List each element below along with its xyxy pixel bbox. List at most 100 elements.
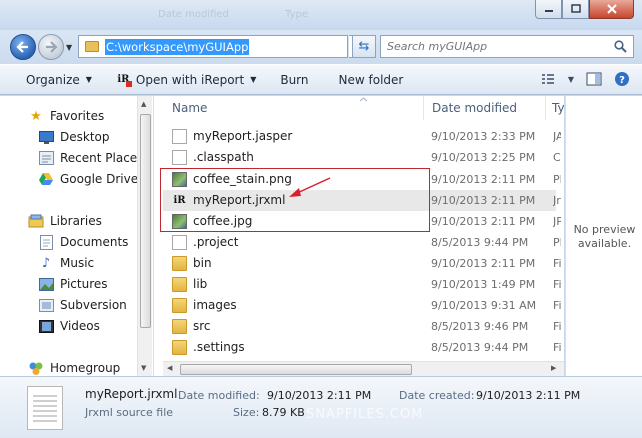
nav-label: Libraries — [50, 214, 102, 228]
file-name: .project — [193, 235, 239, 249]
scroll-left-icon[interactable]: ◀ — [167, 364, 172, 372]
nav-subversion[interactable]: Subversion — [38, 295, 127, 315]
view-controls: ▼ ? — [538, 70, 632, 88]
file-type: Fi — [553, 299, 561, 312]
sort-caret-icon — [359, 97, 368, 102]
file-type: JA — [553, 130, 561, 143]
refresh-button[interactable]: ⇆ — [352, 35, 376, 58]
date-created-value: 9/10/2013 2:11 PM — [476, 389, 581, 402]
libraries-icon — [28, 213, 44, 229]
size-value: 8.79 KB — [262, 406, 305, 419]
file-type: Fi — [553, 257, 561, 270]
file-date: 9/10/2013 2:25 PM — [431, 151, 536, 164]
file-type: JP — [553, 215, 561, 228]
scroll-right-icon[interactable]: ▶ — [551, 364, 556, 372]
file-type: PN — [553, 173, 561, 186]
nav-pictures[interactable]: Pictures — [38, 274, 108, 294]
details-pane: myReport.jrxml Jrxml source file Date mo… — [0, 376, 642, 438]
column-header-label: Ty — [552, 101, 564, 115]
column-divider[interactable] — [423, 96, 424, 120]
column-divider[interactable] — [545, 96, 546, 120]
homegroup-icon — [28, 360, 44, 376]
file-row[interactable]: bin 9/10/2013 2:11 PM Fi — [163, 253, 561, 274]
scrollbar-thumb[interactable] — [140, 114, 151, 328]
file-date: 9/10/2013 2:11 PM — [431, 215, 536, 228]
details-file-type: Jrxml source file — [85, 406, 174, 419]
address-path[interactable]: C:\workspace\myGUIApp — [105, 38, 250, 55]
search-icon[interactable] — [614, 40, 627, 53]
file-type: Jrx — [553, 194, 561, 207]
file-date: 9/10/2013 2:11 PM — [431, 257, 536, 270]
folder-icon — [172, 340, 187, 355]
nav-libraries[interactable]: Libraries — [28, 211, 102, 231]
column-header-type[interactable]: Ty — [552, 96, 564, 120]
nav-music[interactable]: ♪ Music — [38, 253, 94, 273]
help-button[interactable]: ? — [612, 70, 632, 88]
close-button[interactable] — [589, 0, 634, 19]
command-bar: Organize ▼ iR Open with iReport ▼ Burn N… — [0, 64, 642, 95]
new-folder-button[interactable]: New folder — [331, 68, 412, 92]
file-type: Fi — [553, 278, 561, 291]
document-icon — [172, 150, 187, 165]
column-header-label: Name — [172, 101, 208, 115]
scroll-down-icon[interactable]: ▼ — [141, 364, 146, 372]
details-file-name: myReport.jrxml — [85, 387, 178, 401]
back-button[interactable] — [10, 34, 36, 60]
chevron-down-icon: ▼ — [85, 75, 92, 84]
recent-pages-dropdown[interactable]: ▼ — [66, 43, 72, 52]
address-bar[interactable]: C:\workspace\myGUIApp — [78, 35, 348, 58]
file-name: src — [193, 319, 211, 333]
file-row[interactable]: images 9/10/2013 9:31 AM Fi — [163, 295, 561, 316]
ireport-icon: iR — [117, 74, 132, 87]
nav-scrollbar[interactable]: ▲ ▼ — [137, 96, 152, 376]
new-folder-label: New folder — [338, 72, 404, 87]
file-row[interactable]: .classpath 9/10/2013 2:25 PM CL — [163, 147, 561, 168]
file-row[interactable]: myReport.jasper 9/10/2013 2:33 PM JA — [163, 126, 561, 147]
column-header-name[interactable]: Name — [172, 96, 272, 120]
chevron-down-icon: ▼ — [250, 75, 257, 84]
title-bar: Date modified Type — [0, 0, 642, 30]
folder-icon — [172, 298, 187, 313]
folder-icon — [172, 319, 187, 334]
view-dropdown-button[interactable]: ▼ — [566, 70, 576, 88]
ghost-label: Type — [285, 9, 308, 20]
forward-button[interactable] — [38, 34, 64, 60]
file-type: PF — [553, 236, 561, 249]
scroll-up-icon[interactable]: ▲ — [141, 100, 146, 108]
date-modified-value: 9/10/2013 2:11 PM — [267, 389, 372, 402]
nav-favorites[interactable]: ★ Favorites — [28, 106, 104, 126]
address-row: ▼ C:\workspace\myGUIApp ▼ ⇆ — [0, 30, 642, 64]
column-header-date[interactable]: Date modified — [432, 96, 542, 120]
maximize-button[interactable] — [562, 0, 589, 19]
nav-documents[interactable]: Documents — [38, 232, 128, 252]
pane-splitter[interactable] — [153, 96, 163, 376]
file-row[interactable]: .project 8/5/2013 9:44 PM PF — [163, 232, 561, 253]
size-label: Size: — [233, 406, 260, 419]
nav-desktop[interactable]: Desktop — [38, 127, 110, 147]
nav-recent-places[interactable]: Recent Places — [38, 148, 143, 168]
scrollbar-thumb[interactable] — [180, 364, 412, 375]
file-row[interactable]: .settings 8/5/2013 9:44 PM Fi — [163, 337, 561, 358]
minimize-icon — [544, 10, 553, 12]
file-row[interactable]: src 8/5/2013 9:46 PM Fi — [163, 316, 561, 337]
organize-button[interactable]: Organize ▼ — [18, 68, 100, 92]
burn-button[interactable]: Burn — [272, 68, 316, 92]
search-input[interactable] — [387, 40, 597, 53]
nav-google-drive[interactable]: Google Drive — [38, 169, 138, 189]
document-icon — [172, 129, 187, 144]
nav-label: Recent Places — [60, 151, 144, 165]
file-name: lib — [193, 277, 208, 291]
open-with-ireport-button[interactable]: iR Open with iReport ▼ — [108, 68, 264, 92]
preview-pane-button[interactable] — [584, 70, 604, 88]
change-view-button[interactable] — [538, 70, 558, 88]
minimize-button[interactable] — [535, 0, 562, 19]
search-box[interactable] — [380, 35, 634, 58]
annotation-arrow-icon — [289, 177, 331, 197]
file-name: .classpath — [193, 150, 254, 164]
nav-homegroup[interactable]: Homegroup — [28, 358, 120, 378]
forward-arrow-icon — [46, 41, 58, 53]
preview-line: available. — [577, 237, 632, 250]
file-row[interactable]: lib 9/10/2013 1:49 PM Fi — [163, 274, 561, 295]
nav-videos[interactable]: Videos — [38, 316, 100, 336]
horizontal-scrollbar[interactable]: ◀ ▶ — [163, 361, 564, 376]
